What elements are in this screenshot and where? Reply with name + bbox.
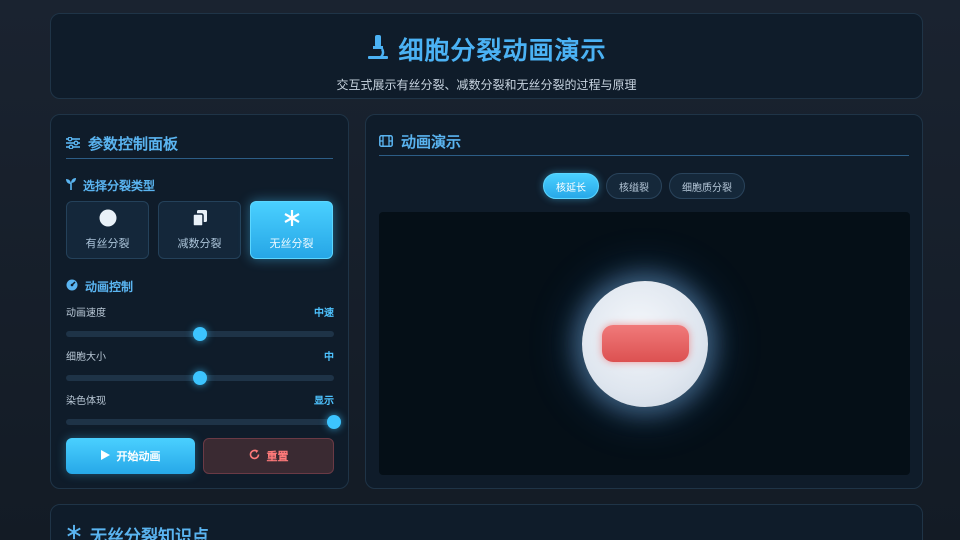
- speed-slider-value: 中速: [314, 308, 334, 319]
- film-icon: [379, 133, 393, 151]
- chromosome-slider-value: 显示: [314, 396, 334, 407]
- gauge-icon: [66, 279, 78, 294]
- chromosome-slider[interactable]: [66, 415, 341, 429]
- size-slider-row: 细胞大小 中: [66, 348, 334, 385]
- speed-slider-thumb[interactable]: [193, 327, 207, 341]
- asterisk-icon: [283, 209, 301, 230]
- reset-icon: [249, 449, 260, 463]
- animation-control-label: 动画控制: [66, 278, 133, 295]
- size-slider[interactable]: [66, 371, 334, 385]
- start-animation-button[interactable]: 开始动画: [66, 438, 195, 474]
- chromosome-slider-label: 染色体现: [66, 396, 106, 407]
- size-slider-value: 中: [324, 352, 334, 363]
- sliders-icon: [66, 135, 80, 153]
- panel-divider: [66, 158, 333, 159]
- control-panel: 参数控制面板 选择分裂类型 有丝分裂 减数分裂 无丝分裂 动画控制 动画速度 中…: [50, 114, 349, 489]
- speed-slider[interactable]: [66, 327, 334, 341]
- play-icon: [100, 449, 110, 463]
- animation-stage: [379, 212, 910, 475]
- animation-panel-title: 动画演示: [379, 131, 461, 152]
- circle-icon: [99, 209, 117, 230]
- chromosome-slider-row: 染色体现 显示: [66, 392, 341, 429]
- microscope-icon: [366, 34, 390, 64]
- type-button-mitosis[interactable]: 有丝分裂: [66, 201, 149, 259]
- panel-divider: [379, 155, 909, 156]
- type-button-amitosis[interactable]: 无丝分裂: [250, 201, 333, 259]
- tab-nucleus-elongation[interactable]: 核延长: [543, 173, 599, 199]
- tab-cytokinesis[interactable]: 细胞质分裂: [669, 173, 745, 199]
- knowledge-title: 无丝分裂知识点: [66, 522, 209, 540]
- division-type-label: 选择分裂类型: [66, 177, 155, 194]
- knowledge-card: 无丝分裂知识点: [50, 504, 923, 540]
- page-subtitle: 交互式展示有丝分裂、减数分裂和无丝分裂的过程与原理: [336, 78, 637, 92]
- type-button-meiosis[interactable]: 减数分裂: [158, 201, 241, 259]
- asterisk-icon: [66, 524, 82, 540]
- tab-nucleus-constriction[interactable]: 核缢裂: [606, 173, 662, 199]
- speed-slider-row: 动画速度 中速: [66, 304, 334, 341]
- reset-button[interactable]: 重置: [203, 438, 334, 474]
- size-slider-thumb[interactable]: [193, 371, 207, 385]
- cell: [582, 281, 708, 407]
- stage-tabs: 核延长 核缢裂 细胞质分裂: [366, 173, 922, 199]
- page-title: 细胞分裂动画演示: [398, 36, 607, 65]
- animation-panel: 动画演示 核延长 核缢裂 细胞质分裂: [365, 114, 923, 489]
- speed-slider-label: 动画速度: [66, 308, 106, 319]
- seedling-icon: [66, 178, 76, 193]
- control-panel-title: 参数控制面板: [66, 133, 178, 154]
- copy-icon: [191, 209, 209, 230]
- chromosome-slider-thumb[interactable]: [327, 415, 341, 429]
- header-card: 细胞分裂动画演示 交互式展示有丝分裂、减数分裂和无丝分裂的过程与原理: [50, 13, 923, 99]
- elongated-nucleus: [602, 325, 689, 362]
- size-slider-label: 细胞大小: [66, 352, 106, 363]
